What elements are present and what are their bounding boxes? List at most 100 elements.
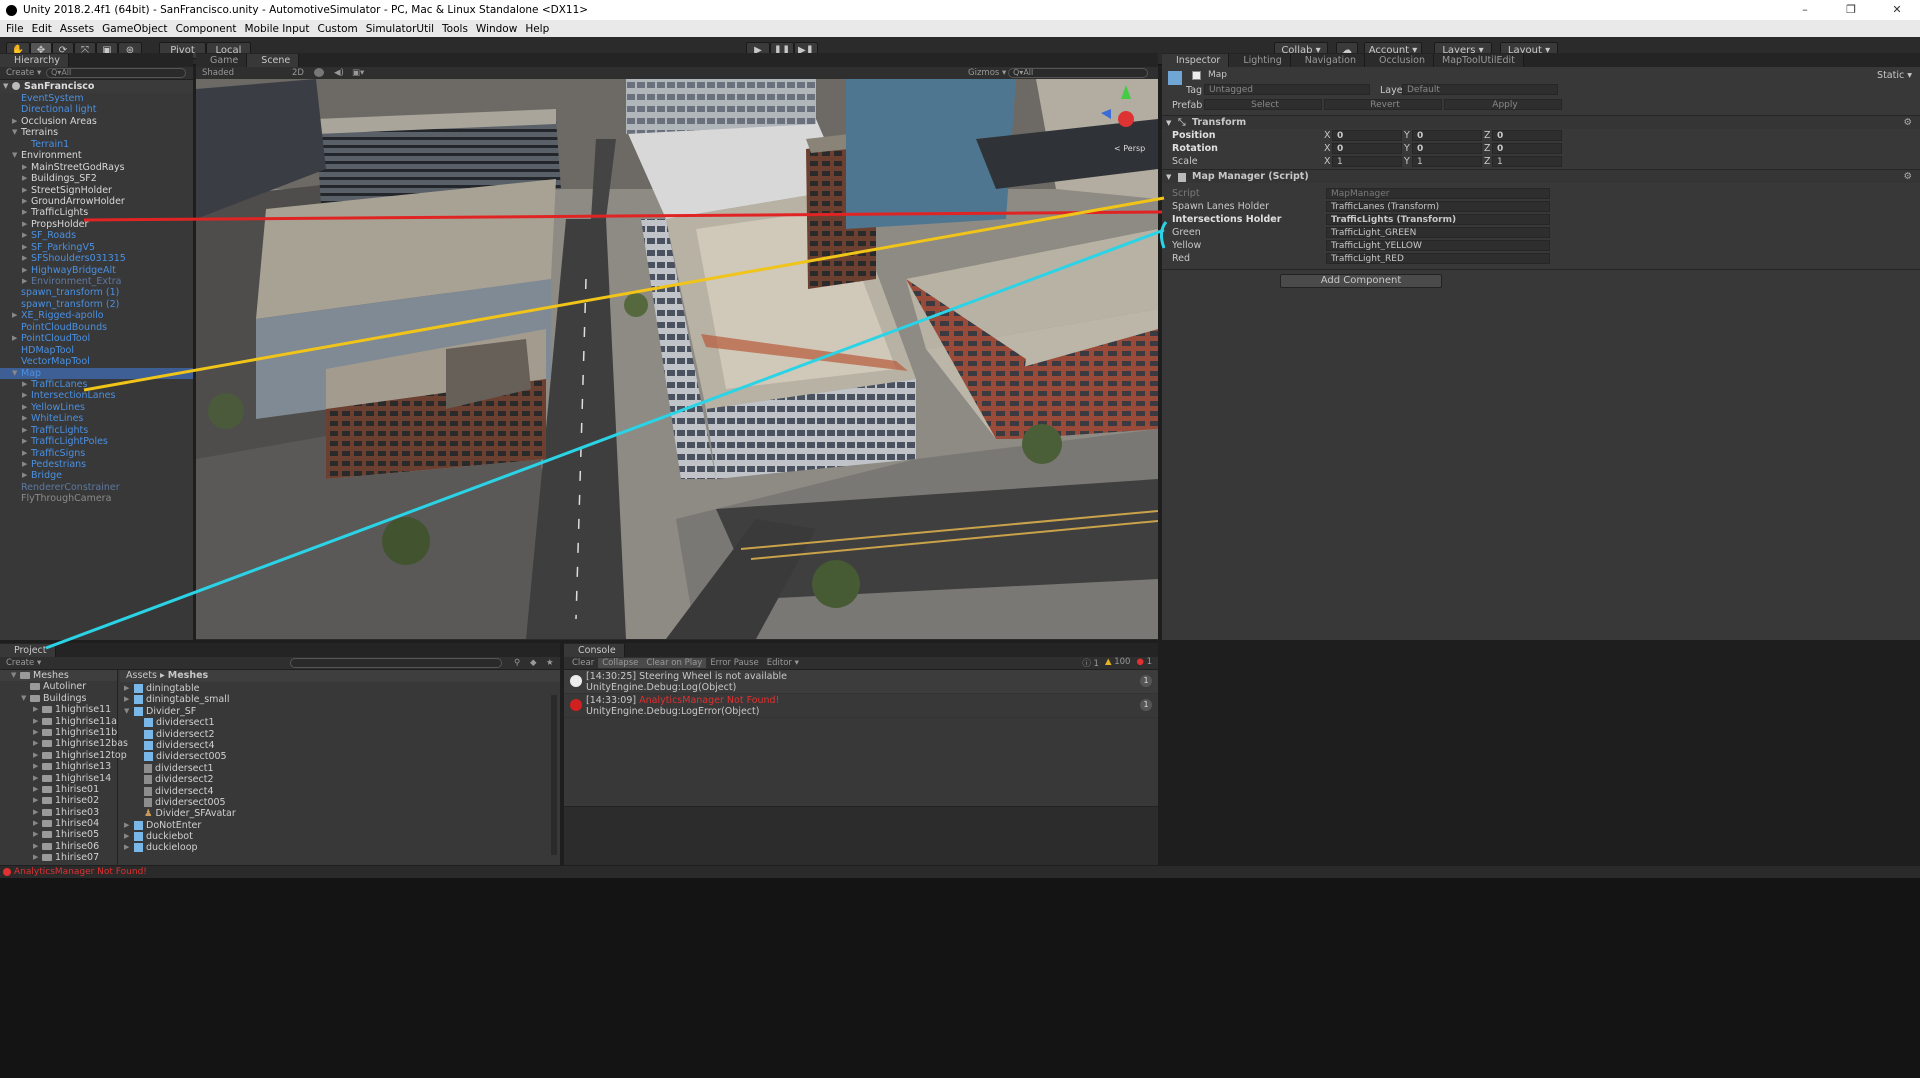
hierarchy-item[interactable]: ▶ HighwayBridgeAlt xyxy=(0,265,193,276)
collapse-arrow-icon[interactable]: ▶ xyxy=(22,402,27,413)
collapse-arrow-icon[interactable]: ▶ xyxy=(22,230,27,241)
project-folder-item[interactable]: ▶ 1hirise03 xyxy=(0,807,117,818)
collapse-arrow-icon[interactable]: ▶ xyxy=(22,265,27,276)
asset-item[interactable]: ▶ diningtable xyxy=(122,683,550,694)
asset-item[interactable]: dividersect1 xyxy=(122,717,550,728)
collapse-arrow-icon[interactable]: ▶ xyxy=(22,242,27,253)
hierarchy-item[interactable]: ▶ PointCloudTool xyxy=(0,333,193,344)
project-folder-item[interactable]: ▶ 1hirise02 xyxy=(0,795,117,806)
rotation-x-field[interactable]: 0 xyxy=(1332,143,1402,154)
hierarchy-item[interactable]: ▶ TrafficLights xyxy=(0,207,193,218)
scene-root-row[interactable]: ▼ SanFrancisco xyxy=(0,80,193,93)
hierarchy-item[interactable]: ▶ WhiteLines xyxy=(0,413,193,424)
hierarchy-item[interactable]: ▶ StreetSignHolder xyxy=(0,185,193,196)
asset-item[interactable]: ▶ duckiebot xyxy=(122,831,550,842)
console-editor-dropdown[interactable]: Editor ▾ xyxy=(763,658,803,668)
collapse-arrow-icon[interactable]: ▶ xyxy=(33,852,38,863)
hierarchy-item[interactable]: ▶ XE_Rigged-apollo xyxy=(0,310,193,321)
menu-simulatorutil[interactable]: SimulatorUtil xyxy=(362,23,438,35)
collapse-arrow-icon[interactable]: ▶ xyxy=(22,173,27,184)
asset-item[interactable]: ♟ Divider_SFAvatar xyxy=(122,808,550,819)
collapse-arrow-icon[interactable]: ▶ xyxy=(124,683,129,694)
project-create-button[interactable]: Create ▾ xyxy=(6,658,41,668)
warn-count-toggle[interactable]: ▲ 100 xyxy=(1105,657,1130,669)
rotation-z-field[interactable]: 0 xyxy=(1492,143,1562,154)
console-entry-error[interactable]: [14:33:09] AnalyticsManager Not Found! U… xyxy=(564,694,1158,718)
shading-mode-dropdown[interactable]: Shaded xyxy=(202,68,234,78)
breadcrumb-assets[interactable]: Assets xyxy=(126,670,157,681)
hierarchy-item[interactable]: EventSystem xyxy=(0,93,193,104)
breadcrumb-meshes[interactable]: Meshes xyxy=(168,670,208,681)
collapse-arrow-icon[interactable]: ▶ xyxy=(33,784,38,795)
red-field[interactable]: TrafficLight_RED xyxy=(1326,253,1550,264)
project-folder-item[interactable]: ▶ 1highrise11 xyxy=(0,704,117,715)
hierarchy-item[interactable]: ▶ TrafficLightPoles xyxy=(0,436,193,447)
tab-game[interactable]: Game xyxy=(196,54,248,67)
asset-item[interactable]: ▶ DoNotEnter xyxy=(122,820,550,831)
menu-edit[interactable]: Edit xyxy=(28,23,56,35)
scene-search-input[interactable]: Q▾All xyxy=(1008,68,1148,78)
project-folder-item[interactable]: ▶ 1highrise11a xyxy=(0,716,117,727)
collapse-arrow-icon[interactable]: ▶ xyxy=(22,470,27,481)
prefab-revert-button[interactable]: Revert xyxy=(1324,99,1442,110)
asset-item[interactable]: dividersect2 xyxy=(122,774,550,785)
collapse-arrow-icon[interactable]: ▶ xyxy=(12,310,17,321)
console-clear-on-play-button[interactable]: Clear on Play xyxy=(642,658,707,668)
hierarchy-item[interactable]: ▼ Map xyxy=(0,367,193,379)
tab-navigation[interactable]: Navigation xyxy=(1290,54,1365,67)
hierarchy-item[interactable]: ▶ Occlusion Areas xyxy=(0,116,193,127)
collapse-arrow-icon[interactable]: ▶ xyxy=(22,390,27,401)
hierarchy-item[interactable]: ▶ TrafficLights xyxy=(0,425,193,436)
tab-occlusion[interactable]: Occlusion xyxy=(1364,54,1434,67)
menu-mobile-input[interactable]: Mobile Input xyxy=(241,23,314,35)
collapse-arrow-icon[interactable]: ▶ xyxy=(22,425,27,436)
object-name-field[interactable]: Map xyxy=(1204,70,1504,81)
project-folder-item[interactable]: ▼ Buildings xyxy=(0,693,117,704)
console-error-pause-button[interactable]: Error Pause xyxy=(706,658,762,668)
hierarchy-item[interactable]: ▶ YellowLines xyxy=(0,402,193,413)
active-checkbox[interactable] xyxy=(1192,71,1201,80)
hierarchy-item[interactable]: ▶ TrafficSigns xyxy=(0,448,193,459)
console-clear-button[interactable]: Clear xyxy=(568,658,598,668)
label-icon[interactable]: ◆ xyxy=(530,658,537,668)
asset-item[interactable]: dividersect1 xyxy=(122,763,550,774)
collapse-arrow-icon[interactable]: ▶ xyxy=(33,795,38,806)
status-bar[interactable]: AnalyticsManager Not Found! xyxy=(0,866,1920,878)
collapse-arrow-icon[interactable]: ▶ xyxy=(33,807,38,818)
menu-component[interactable]: Component xyxy=(172,23,241,35)
console-collapse-button[interactable]: Collapse xyxy=(598,658,643,668)
project-folder-item[interactable]: ▶ 1hirise06 xyxy=(0,841,117,852)
intersections-field[interactable]: TrafficLights (Transform) xyxy=(1326,214,1550,225)
collapse-arrow-icon[interactable]: ▶ xyxy=(22,459,27,470)
asset-item[interactable]: dividersect005 xyxy=(122,797,550,808)
project-folder-item[interactable]: ▶ 1highrise12bas xyxy=(0,738,128,749)
project-folder-item[interactable]: ▼ Meshes xyxy=(0,670,117,682)
hierarchy-item[interactable]: ▼ Environment xyxy=(0,150,193,161)
prefab-apply-button[interactable]: Apply xyxy=(1444,99,1562,110)
mode-2d-toggle[interactable]: 2D xyxy=(292,68,304,78)
expand-arrow-icon[interactable]: ▼ xyxy=(21,693,26,704)
filter-icon[interactable]: ⚲ xyxy=(514,658,520,668)
project-folder-item[interactable]: ▶ 1highrise14 xyxy=(0,773,117,784)
map-manager-header[interactable]: ▼ Map Manager (Script) ⚙ xyxy=(1162,169,1920,183)
lighting-toggle-icon[interactable] xyxy=(314,68,324,77)
effects-toggle-icon[interactable]: ▣▾ xyxy=(352,68,364,78)
collapse-arrow-icon[interactable]: ▶ xyxy=(22,196,27,207)
scene-viewport[interactable]: < Persp xyxy=(196,79,1158,639)
gizmos-dropdown[interactable]: Gizmos ▾ xyxy=(968,68,1006,78)
layer-dropdown[interactable]: Default xyxy=(1402,84,1558,95)
tab-console[interactable]: Console xyxy=(564,644,625,657)
collapse-arrow-icon[interactable]: ▶ xyxy=(124,842,129,853)
position-x-field[interactable]: 0 xyxy=(1332,130,1402,141)
asset-item[interactable]: ▶ diningtable_small xyxy=(122,694,550,705)
project-search-input[interactable] xyxy=(290,658,502,668)
collapse-arrow-icon[interactable]: ▶ xyxy=(12,333,17,344)
hierarchy-item[interactable]: FlyThroughCamera xyxy=(0,493,193,504)
component-menu-icon[interactable]: ⚙ xyxy=(1903,170,1912,184)
collapse-arrow-icon[interactable]: ▶ xyxy=(22,162,27,173)
scale-x-field[interactable]: 1 xyxy=(1332,156,1402,167)
project-folder-item[interactable]: ▶ 1hirise05 xyxy=(0,829,117,840)
hierarchy-item[interactable]: ▶ Bridge xyxy=(0,470,193,481)
expand-arrow-icon[interactable]: ▼ xyxy=(12,127,17,138)
collapse-arrow-icon[interactable]: ▶ xyxy=(33,750,38,761)
